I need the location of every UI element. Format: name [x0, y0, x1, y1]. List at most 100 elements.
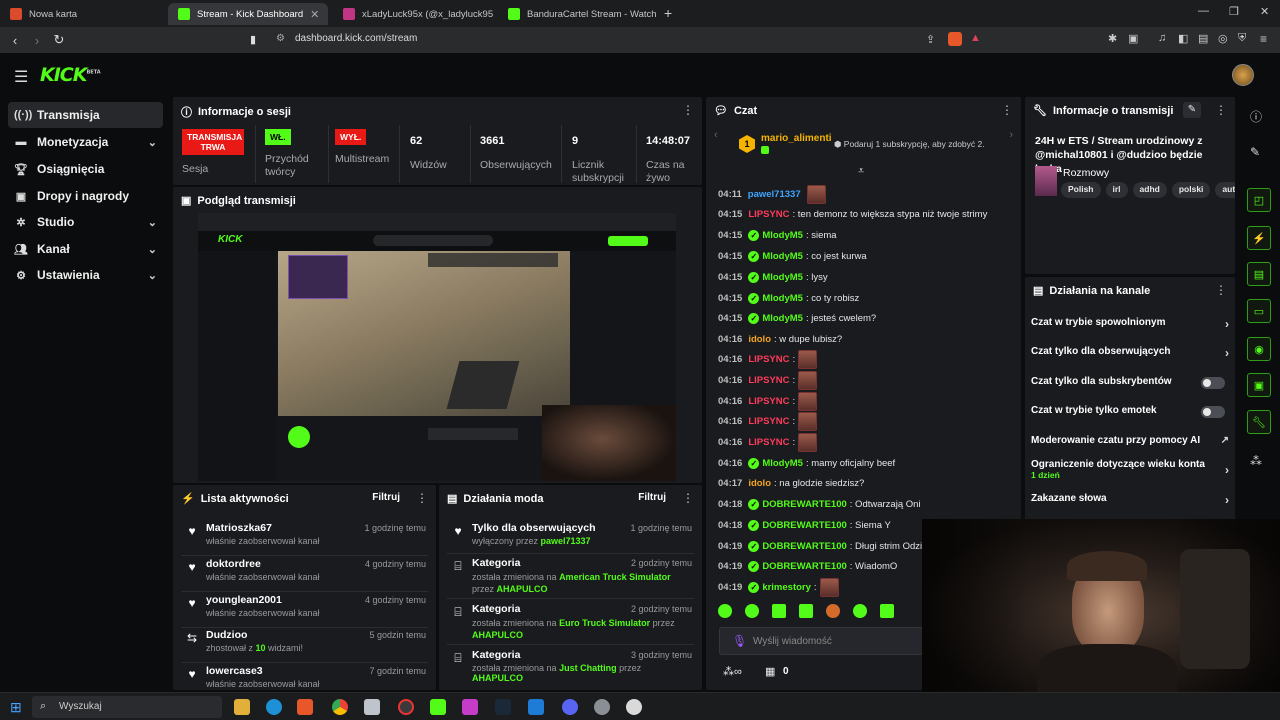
rail-document-icon[interactable]: ▤: [1247, 262, 1271, 286]
browser-tab-instagram[interactable]: xLadyLuck95x (@x_ladyluck95_x) • Zd: [333, 3, 493, 25]
people-icon[interactable]: ⁂∞: [723, 665, 742, 678]
tag[interactable]: adhd: [1132, 182, 1167, 198]
rail-archive-icon[interactable]: ▣: [1247, 373, 1271, 397]
mod-user[interactable]: AHAPULCO: [497, 584, 548, 594]
browser-tab-dashboard[interactable]: Stream - Kick Dashboard ✕: [168, 3, 328, 25]
emote-icon[interactable]: [799, 604, 813, 618]
emote-icon[interactable]: [745, 604, 759, 618]
maximize-icon[interactable]: ❐: [1229, 5, 1239, 18]
windows-start-icon[interactable]: ⊞: [10, 699, 22, 716]
chat-username[interactable]: krimestory: [762, 582, 811, 593]
chat-username[interactable]: MlodyM5: [762, 293, 803, 304]
app-icon[interactable]: [528, 699, 544, 715]
chat-username[interactable]: MlodyM5: [762, 272, 803, 283]
sidebar-item-monetyzacja[interactable]: ▬ Monetyzacja ⌄: [8, 129, 163, 155]
slow-mode-row[interactable]: Czat w trybie spowolnionym ›: [1031, 317, 1229, 335]
chevron-right-icon[interactable]: ›: [1009, 129, 1013, 141]
activity-user[interactable]: lowercase3: [206, 665, 263, 677]
wallet-icon[interactable]: ▤: [1198, 32, 1208, 45]
banned-words-row[interactable]: Zakazane słowa ›: [1031, 493, 1229, 511]
chat-username[interactable]: pawel71337: [748, 189, 801, 200]
microphone-icon[interactable]: 🎙︎: [732, 634, 747, 648]
new-tab-icon[interactable]: +: [664, 5, 672, 21]
chevron-left-icon[interactable]: ‹: [714, 129, 718, 141]
chat-username[interactable]: MlodyM5: [762, 313, 803, 324]
chat-username[interactable]: DOBREWARTE100: [762, 499, 846, 510]
followers-only-row[interactable]: Czat tylko dla obserwujących ›: [1031, 346, 1229, 364]
reload-icon[interactable]: ↻: [48, 32, 70, 48]
emote-icon[interactable]: [880, 604, 894, 618]
chat-username[interactable]: LIPSYNC: [748, 209, 789, 220]
chat-username[interactable]: MlodyM5: [762, 458, 803, 469]
chat-username[interactable]: idolo: [748, 478, 771, 489]
kick-logo[interactable]: KICKBETA: [40, 64, 101, 86]
chrome-icon[interactable]: [332, 699, 348, 715]
mod-user[interactable]: AHAPULCO: [472, 630, 523, 640]
account-age-row[interactable]: Ograniczenie dotyczące wieku konta 1 dzie…: [1031, 459, 1229, 483]
close-icon[interactable]: ✕: [310, 8, 319, 21]
more-options-icon[interactable]: ⋮: [682, 491, 694, 505]
chat-username[interactable]: LIPSYNC: [748, 396, 789, 407]
chat-username[interactable]: DOBREWARTE100: [762, 561, 846, 572]
bookmark-icon[interactable]: ▮: [250, 33, 256, 46]
activity-user[interactable]: Dudzioo: [206, 629, 247, 641]
emote-icon[interactable]: [853, 604, 867, 618]
hamburger-menu-icon[interactable]: ☰: [14, 67, 28, 87]
mod-user[interactable]: AHAPULCO: [472, 673, 523, 683]
emote-icon[interactable]: [772, 604, 786, 618]
brave-icon[interactable]: [297, 699, 313, 715]
menu-icon[interactable]: ≡: [1260, 32, 1267, 46]
tag[interactable]: autis: [1215, 182, 1235, 198]
more-options-icon[interactable]: ⋮: [682, 103, 694, 117]
collapse-icon[interactable]: ⩡: [858, 165, 864, 178]
activity-user[interactable]: Matrioszka67: [206, 522, 272, 534]
filter-button[interactable]: Filtruj: [638, 492, 666, 503]
gift-icon[interactable]: ▦: [765, 665, 775, 678]
screenshot-icon[interactable]: ▣: [1128, 32, 1138, 45]
obs-icon[interactable]: [398, 699, 414, 715]
more-options-icon[interactable]: ⋮: [1215, 103, 1227, 117]
chat-username[interactable]: MlodyM5: [762, 251, 803, 262]
more-options-icon[interactable]: ⋮: [1001, 103, 1013, 117]
rail-wrench-icon[interactable]: 🔧︎: [1247, 410, 1271, 434]
sidebar-item-transmisja[interactable]: ((·)) Transmisja: [8, 102, 163, 128]
sidebar-item-dropy[interactable]: ▣ Dropy i nagrody: [8, 183, 163, 209]
rail-chat-icon[interactable]: ▭: [1247, 299, 1271, 323]
activity-user[interactable]: doktordree: [206, 558, 261, 570]
category-name[interactable]: Rozmowy: [1063, 167, 1109, 179]
more-options-icon[interactable]: ⋮: [1215, 283, 1227, 297]
rail-screenshot-icon[interactable]: ◰: [1247, 188, 1271, 212]
chat-username[interactable]: LIPSYNC: [748, 375, 789, 386]
sidebar-item-ustawienia[interactable]: ⚙ Ustawienia ⌄: [8, 262, 163, 288]
browser-tab-bandura[interactable]: BanduraCartel Stream - Watch Live o: [498, 3, 658, 25]
chat-input[interactable]: 🎙︎ Wyślij wiadomość: [719, 627, 923, 655]
app-icon[interactable]: [626, 699, 642, 715]
info-icon[interactable]: ⓘ: [1250, 108, 1262, 125]
ai-moderation-row[interactable]: Moderowanie czatu przy pomocy AI ↗: [1031, 435, 1229, 453]
tag[interactable]: irl: [1105, 182, 1128, 198]
emote-icon[interactable]: [718, 604, 732, 618]
chat-username[interactable]: MlodyM5: [762, 230, 803, 241]
rail-broadcast-icon[interactable]: ◉: [1247, 337, 1271, 361]
sidebar-item-osiagniecia[interactable]: 🏆︎ Osiągnięcia: [8, 156, 163, 182]
chat-username[interactable]: DOBREWARTE100: [762, 541, 846, 552]
sidebar-item-studio[interactable]: ✲ Studio ⌄: [8, 209, 163, 235]
chat-username[interactable]: LIPSYNC: [748, 416, 789, 427]
emote-only-toggle[interactable]: [1201, 406, 1225, 418]
tag[interactable]: polski: [1171, 182, 1211, 198]
sidebar-icon[interactable]: ◧: [1178, 32, 1188, 45]
minimize-icon[interactable]: —: [1198, 5, 1209, 17]
edit-icon[interactable]: ✎: [1250, 145, 1260, 159]
category-name[interactable]: Just Chatting: [559, 663, 617, 673]
steam-icon[interactable]: [495, 699, 511, 715]
site-info-icon[interactable]: ⚙: [276, 33, 285, 44]
music-icon[interactable]: ♫: [1158, 32, 1166, 44]
rail-bolt-icon[interactable]: ⚡: [1247, 226, 1271, 250]
extensions-icon[interactable]: ✱: [1108, 32, 1117, 45]
brave-shield-icon[interactable]: [948, 32, 962, 46]
forward-icon[interactable]: ›: [26, 33, 48, 48]
category-name[interactable]: American Truck Simulator: [559, 572, 671, 582]
shield-icon[interactable]: ⛨: [1238, 32, 1246, 45]
app-icon[interactable]: [594, 699, 610, 715]
edge-icon[interactable]: [266, 699, 282, 715]
